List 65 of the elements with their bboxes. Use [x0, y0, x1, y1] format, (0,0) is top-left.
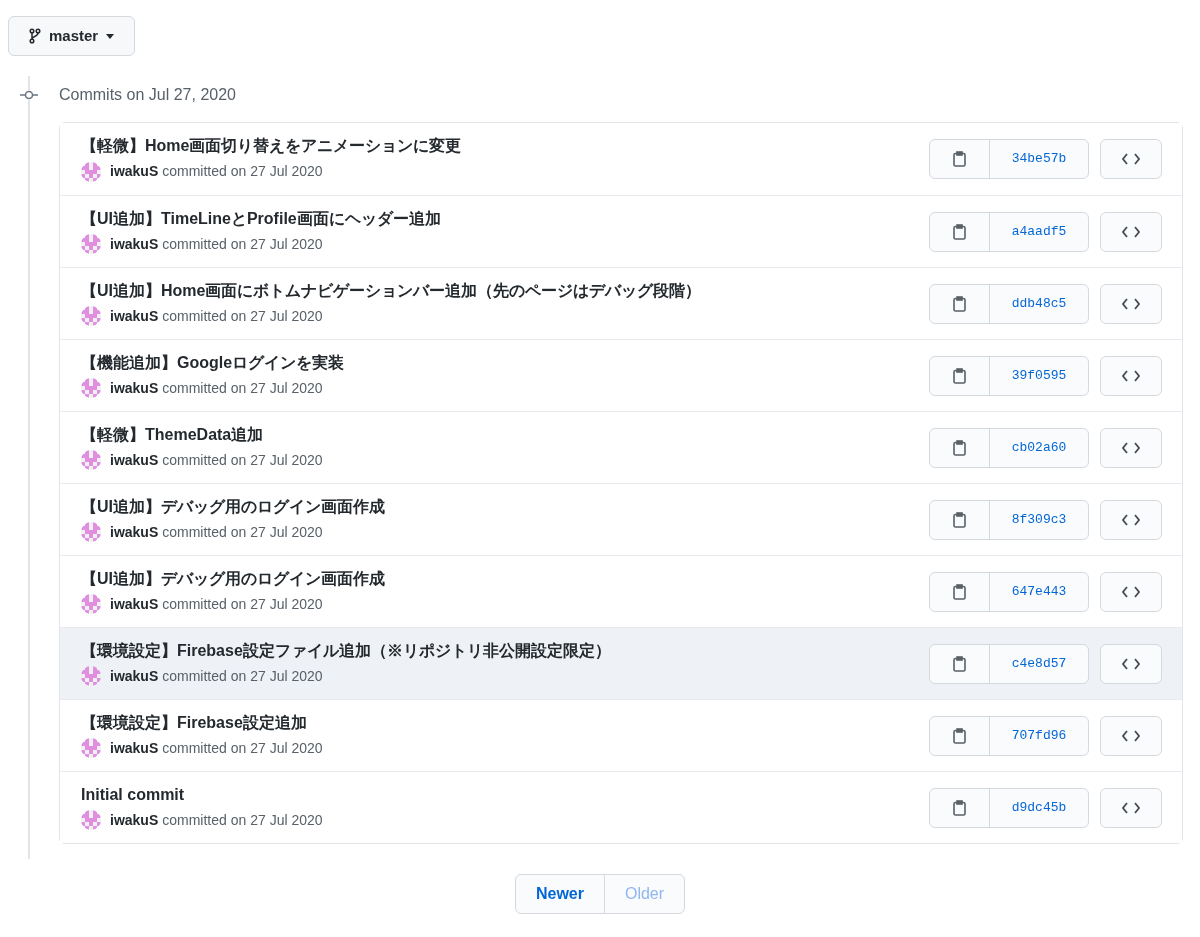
clipboard-icon — [953, 223, 966, 240]
avatar — [81, 738, 101, 758]
commit-date: committed on 27 Jul 2020 — [162, 450, 323, 470]
avatar — [81, 161, 101, 182]
code-icon — [1122, 153, 1140, 165]
clipboard-icon — [953, 511, 966, 528]
commit-message-link[interactable]: 【UI追加】デバッグ用のログイン画面作成 — [81, 496, 385, 517]
commit-date: committed on 27 Jul 2020 — [162, 234, 323, 254]
author-link[interactable]: iwakuS — [110, 521, 159, 543]
avatar — [81, 450, 101, 470]
avatar — [81, 594, 101, 614]
code-icon — [1122, 657, 1140, 670]
author-link[interactable]: iwakuS — [110, 449, 159, 471]
avatar — [81, 666, 101, 686]
commit-message-link[interactable]: 【機能追加】Googleログインを実装 — [81, 352, 345, 373]
commit-date: committed on 27 Jul 2020 — [162, 306, 323, 326]
avatar — [81, 234, 101, 254]
clipboard-icon — [953, 727, 966, 744]
commit-message-link[interactable]: Initial commit — [81, 784, 185, 805]
author-link[interactable]: iwakuS — [110, 233, 159, 255]
code-icon — [1122, 801, 1140, 814]
commit-date: committed on 27 Jul 2020 — [162, 594, 323, 614]
code-icon — [1122, 225, 1140, 238]
author-link[interactable]: iwakuS — [110, 737, 159, 759]
author-link[interactable]: iwakuS — [110, 377, 159, 399]
author-link[interactable]: iwakuS — [110, 665, 159, 687]
clipboard-icon — [953, 655, 966, 672]
code-icon — [1122, 585, 1140, 598]
clipboard-icon — [953, 439, 966, 456]
commit-message-link[interactable]: 【軽微】ThemeData追加 — [81, 424, 264, 445]
clipboard-icon — [953, 151, 966, 167]
author-link[interactable]: iwakuS — [110, 809, 159, 831]
commit-date: committed on 27 Jul 2020 — [162, 378, 323, 398]
avatar — [81, 810, 101, 830]
branch-icon — [29, 28, 41, 44]
branch-select-button[interactable]: master — [8, 16, 136, 56]
commit-message-link[interactable]: 【UI追加】Home画面にボトムナビゲーションバー追加（先のページはデバッグ段階） — [81, 280, 702, 301]
code-icon — [1122, 729, 1140, 742]
commit-message-link[interactable]: 【UI追加】デバッグ用のログイン画面作成 — [81, 568, 385, 589]
clipboard-icon — [953, 799, 966, 816]
author-link[interactable]: iwakuS — [110, 305, 159, 327]
avatar — [81, 522, 101, 542]
commit-message-link[interactable]: 【環境設定】Firebase設定ファイル追加（※リポジトリ非公開設定限定） — [81, 640, 611, 661]
author-link[interactable]: iwakuS — [110, 593, 159, 615]
avatar — [81, 378, 101, 398]
newer-button[interactable]: Newer — [515, 875, 604, 913]
avatar — [81, 306, 101, 326]
clipboard-icon — [953, 583, 966, 600]
commit-date: committed on 27 Jul 2020 — [162, 810, 323, 830]
code-icon — [1122, 297, 1140, 310]
commit-date: committed on 27 Jul 2020 — [162, 162, 323, 181]
code-icon — [1122, 369, 1140, 382]
code-icon — [1122, 441, 1140, 454]
commit-message-link[interactable]: 【UI追加】TimeLineとProfile画面にヘッダー追加 — [81, 208, 441, 229]
commit-message-link[interactable]: 【環境設定】Firebase設定追加 — [81, 712, 307, 733]
clipboard-icon — [953, 367, 966, 384]
author-link[interactable]: iwakuS — [110, 161, 159, 182]
clipboard-icon — [953, 295, 966, 312]
commit-message-link[interactable]: 【軽微】Home画面切り替えをアニメーションに変更 — [81, 136, 462, 156]
commit-date: committed on 27 Jul 2020 — [162, 522, 323, 542]
caret-icon — [106, 33, 115, 39]
commit-date: committed on 27 Jul 2020 — [162, 666, 323, 686]
code-icon — [1122, 513, 1140, 526]
commit-date: committed on 27 Jul 2020 — [162, 738, 323, 758]
group-title: Commits on Jul 27, 2020 — [59, 85, 236, 105]
